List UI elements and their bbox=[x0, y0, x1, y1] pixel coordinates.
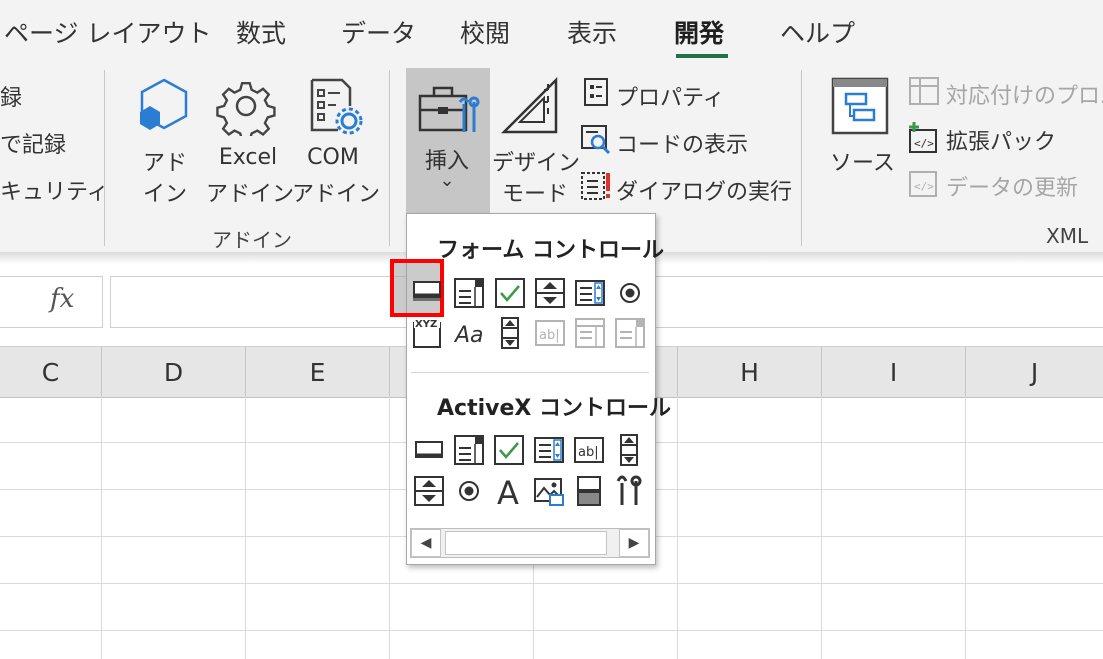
spin-button-icon[interactable] bbox=[534, 277, 566, 309]
group-separator bbox=[801, 70, 802, 246]
scroll-bar-icon[interactable] bbox=[613, 434, 645, 466]
grid-col-line bbox=[821, 397, 822, 659]
column-header-d[interactable]: D bbox=[102, 347, 246, 397]
list-box-icon[interactable] bbox=[533, 434, 565, 466]
dropdown-divider bbox=[411, 372, 649, 373]
check-box-icon[interactable] bbox=[493, 434, 525, 466]
combo-box-icon[interactable] bbox=[453, 434, 485, 466]
tab-help[interactable]: ヘルプ bbox=[780, 14, 855, 50]
properties-button[interactable]: プロパティ bbox=[616, 80, 725, 112]
svg-text:ab|: ab| bbox=[578, 445, 599, 460]
check-box-icon[interactable] bbox=[494, 277, 526, 309]
list-box-icon[interactable] bbox=[574, 277, 606, 309]
xml-source-icon[interactable] bbox=[830, 76, 890, 136]
group-box-icon[interactable]: XYZ bbox=[411, 317, 443, 349]
com-addins-icon[interactable] bbox=[304, 76, 366, 138]
properties-icon bbox=[582, 78, 610, 106]
column-header-c[interactable]: C bbox=[0, 347, 102, 397]
design-mode-icon[interactable] bbox=[500, 76, 562, 138]
active-tab-indicator bbox=[676, 54, 728, 58]
addins-label-1: アド bbox=[142, 151, 187, 176]
svg-text:XYZ: XYZ bbox=[415, 319, 437, 330]
fx-icon[interactable]: fx bbox=[50, 284, 74, 314]
group-separator bbox=[389, 70, 390, 246]
chevron-down-icon: ⌄ bbox=[439, 170, 455, 191]
map-properties-button[interactable]: 対応付けのプロパ bbox=[946, 78, 1103, 110]
toggle-button-icon[interactable] bbox=[573, 475, 605, 507]
form-controls-title: フォーム コントロール bbox=[437, 238, 664, 263]
record-macro-button[interactable]: 録 bbox=[0, 80, 22, 112]
ribbon-tab-bar: ページ レイアウト 数式 データ 校閲 表示 開発 ヘルプ bbox=[0, 0, 1103, 62]
tab-view[interactable]: 表示 bbox=[567, 14, 617, 50]
excel-addins-label-2: アドイン bbox=[206, 182, 295, 207]
label-icon[interactable]: A bbox=[493, 474, 525, 512]
scroll-right-arrow-icon[interactable]: ▶ bbox=[619, 529, 649, 557]
tab-page-layout[interactable]: ページ レイアウト bbox=[4, 14, 211, 50]
grid-row-line bbox=[0, 583, 1103, 584]
combo-box-icon[interactable] bbox=[453, 277, 485, 309]
relative-reference-button[interactable]: で記録 bbox=[0, 127, 66, 159]
tab-review[interactable]: 校閲 bbox=[460, 14, 510, 50]
macro-security-button[interactable]: キュリティ bbox=[0, 174, 109, 206]
column-header-e[interactable]: E bbox=[246, 347, 390, 397]
grid-col-line bbox=[965, 397, 966, 659]
group-label-xml: XML bbox=[1046, 224, 1089, 248]
map-properties-icon bbox=[908, 76, 940, 106]
grid-col-line bbox=[677, 397, 678, 659]
expansion-packs-icon: </> bbox=[906, 122, 940, 154]
tab-data[interactable]: データ bbox=[341, 14, 416, 50]
expansion-packs-button[interactable]: 拡張パック bbox=[946, 124, 1056, 156]
toolbox-icon bbox=[416, 76, 482, 138]
text-box-icon[interactable]: ab| bbox=[573, 434, 605, 466]
scroll-left-arrow-icon[interactable]: ◀ bbox=[411, 529, 441, 557]
combo-list-edit-icon[interactable] bbox=[574, 317, 606, 349]
more-controls-icon[interactable] bbox=[613, 475, 645, 507]
view-code-icon bbox=[580, 124, 612, 155]
option-button-icon[interactable] bbox=[453, 475, 485, 507]
grid-col-line bbox=[245, 397, 246, 659]
scroll-bar-icon[interactable] bbox=[494, 317, 526, 349]
group-separator bbox=[104, 70, 105, 246]
scroll-thumb[interactable] bbox=[445, 531, 607, 555]
option-button-icon[interactable] bbox=[614, 277, 646, 309]
column-header-i[interactable]: I bbox=[822, 347, 966, 397]
addins-icon[interactable] bbox=[134, 76, 194, 136]
grid-col-line bbox=[389, 397, 390, 659]
activex-controls-title: ActiveX コントロール bbox=[437, 396, 672, 421]
svg-text:</>: </> bbox=[914, 137, 934, 150]
combo-drop-down-edit-icon[interactable] bbox=[614, 317, 646, 349]
tab-developer[interactable]: 開発 bbox=[674, 14, 724, 50]
image-icon[interactable] bbox=[533, 475, 565, 507]
refresh-data-button[interactable]: データの更新 bbox=[946, 170, 1078, 202]
refresh-data-icon: </> bbox=[906, 168, 940, 200]
tab-formulas[interactable]: 数式 bbox=[236, 14, 286, 50]
com-addins-label-1: COM bbox=[307, 145, 359, 170]
addins-label-2: イン bbox=[142, 182, 187, 207]
button-icon[interactable] bbox=[411, 274, 443, 306]
text-field-icon[interactable]: ab| bbox=[534, 317, 566, 349]
group-label-addins: アドイン bbox=[212, 228, 292, 252]
excel-addins-label-1: Excel bbox=[218, 145, 278, 170]
excel-addins-gear-icon[interactable] bbox=[216, 76, 276, 142]
spin-button-icon[interactable] bbox=[413, 475, 445, 507]
view-code-button[interactable]: コードの表示 bbox=[616, 127, 748, 159]
run-dialog-button[interactable]: ダイアログの実行 bbox=[616, 174, 792, 206]
design-mode-label-1: デザイン bbox=[492, 151, 581, 176]
column-header-h[interactable]: H bbox=[678, 347, 822, 397]
xml-source-label: ソース bbox=[830, 151, 895, 176]
label-icon[interactable]: Aa bbox=[453, 317, 485, 349]
column-header-j[interactable]: J bbox=[966, 347, 1103, 397]
grid-row-line bbox=[0, 630, 1103, 631]
design-mode-label-2: モード bbox=[502, 182, 569, 207]
svg-text:A: A bbox=[497, 475, 519, 507]
com-addins-label-2: アドイン bbox=[292, 182, 381, 207]
svg-text:ab|: ab| bbox=[539, 328, 560, 343]
svg-text:</>: </> bbox=[914, 180, 934, 193]
command-button-icon[interactable] bbox=[413, 434, 445, 466]
run-dialog-icon bbox=[580, 171, 612, 201]
svg-text:Aa: Aa bbox=[453, 323, 484, 348]
dropdown-scrollbar[interactable]: ◀ ▶ bbox=[410, 528, 650, 558]
grid-col-line bbox=[101, 397, 102, 659]
